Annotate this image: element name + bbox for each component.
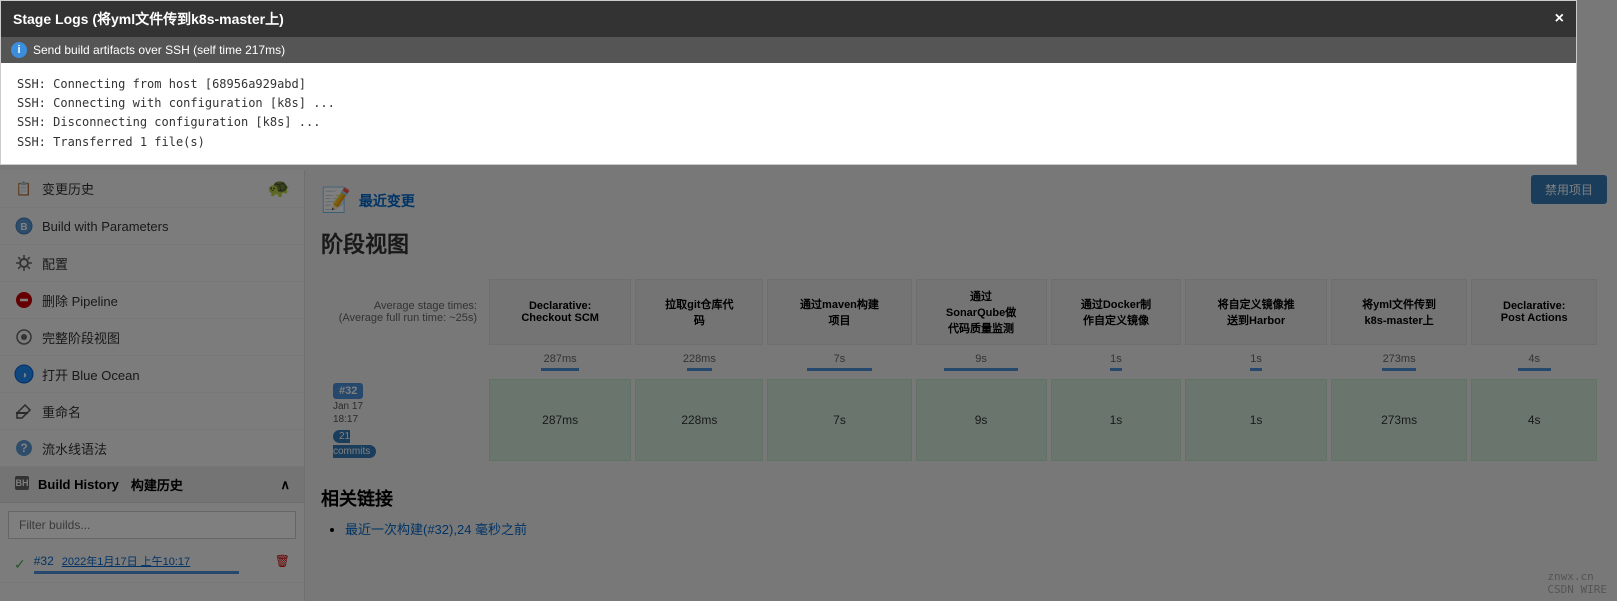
info-icon: i [11,42,27,58]
modal-overlay: Stage Logs (将yml文件传到k8s-master上) × i Sen… [0,0,1617,601]
log-line-1: SSH: Connecting from host [68956a929abd] [17,75,1560,94]
log-line-2: SSH: Connecting with configuration [k8s]… [17,94,1560,113]
log-line-3: SSH: Disconnecting configuration [k8s] .… [17,113,1560,132]
close-icon[interactable]: × [1555,10,1564,28]
modal-title: Stage Logs (将yml文件传到k8s-master上) [13,9,284,29]
watermark: znwx.cnCSDN WIRE [1547,570,1607,596]
modal-subheader: i Send build artifacts over SSH (self ti… [1,37,1576,63]
modal-body: SSH: Connecting from host [68956a929abd]… [1,63,1576,164]
stage-logs-modal: Stage Logs (将yml文件传到k8s-master上) × i Sen… [0,0,1577,165]
modal-header: Stage Logs (将yml文件传到k8s-master上) × [1,1,1576,37]
modal-subheader-text: Send build artifacts over SSH (self time… [33,43,285,57]
log-line-4: SSH: Transferred 1 file(s) [17,133,1560,152]
